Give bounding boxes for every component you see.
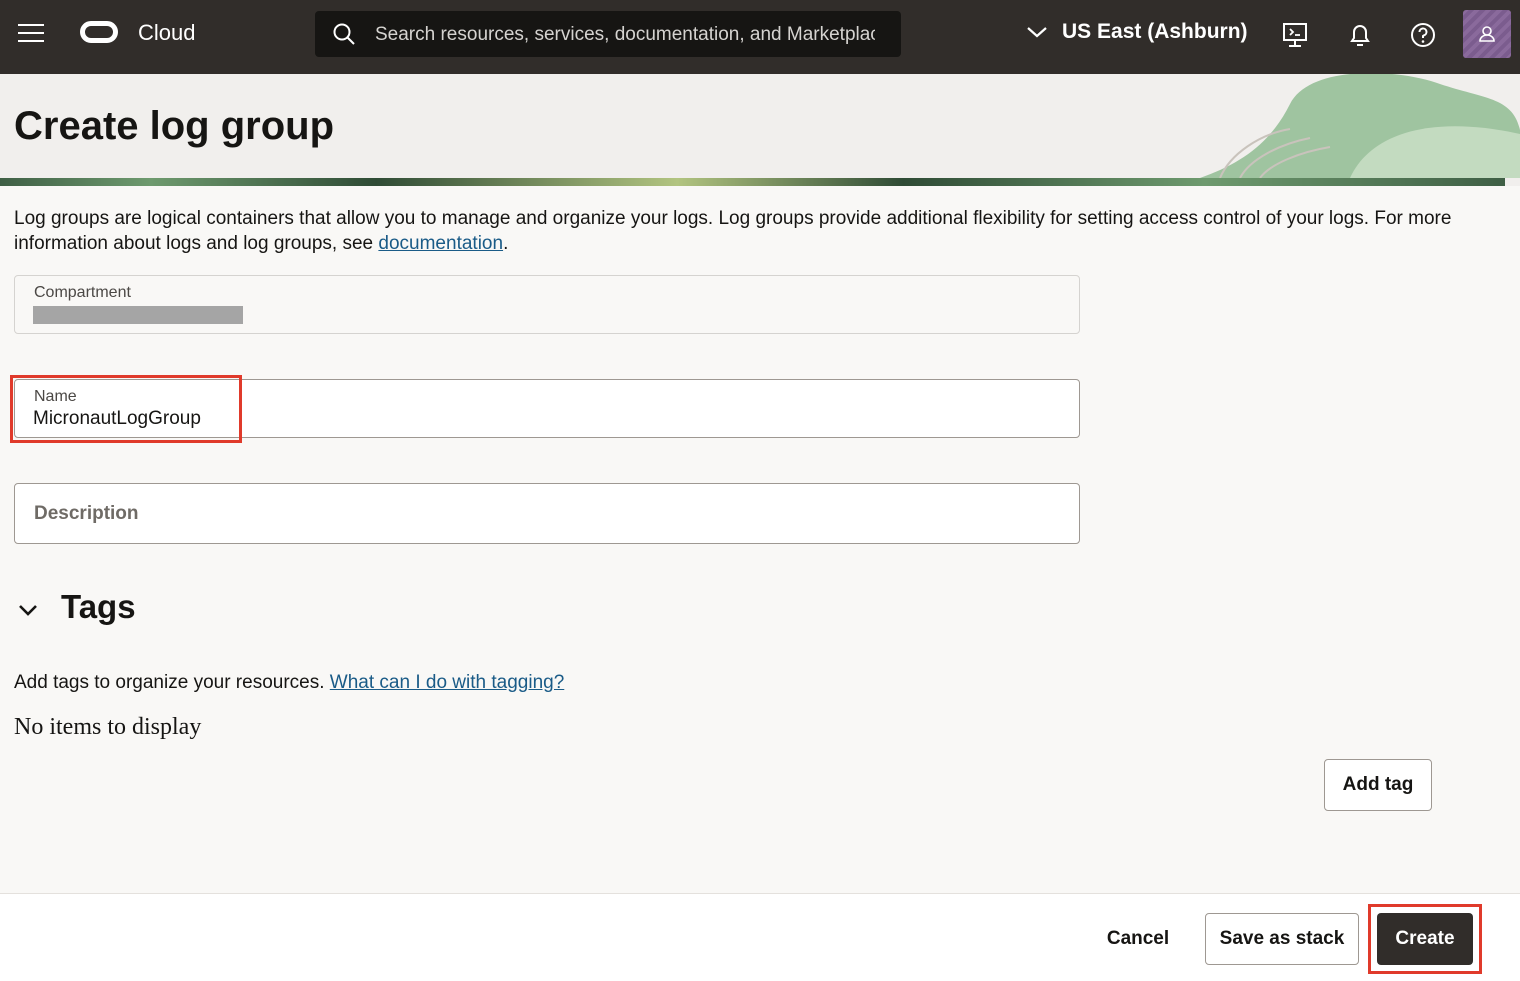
- description-field[interactable]: Description: [14, 483, 1080, 544]
- avatar[interactable]: [1463, 10, 1511, 58]
- region-label: US East (Ashburn): [1062, 20, 1248, 43]
- region-selector[interactable]: US East (Ashburn): [1026, 20, 1248, 44]
- intro-text: Log groups are logical containers that a…: [14, 206, 1484, 256]
- save-as-stack-button[interactable]: Save as stack: [1205, 913, 1359, 965]
- description-placeholder: Description: [34, 503, 139, 524]
- bell-icon[interactable]: [1346, 21, 1374, 49]
- user-icon: [1479, 26, 1495, 42]
- documentation-link[interactable]: documentation: [378, 233, 503, 254]
- brand-label: Cloud: [138, 20, 196, 45]
- tags-description-text: Add tags to organize your resources.: [14, 672, 330, 693]
- add-tag-button[interactable]: Add tag: [1324, 759, 1432, 811]
- tags-heading: Tags: [61, 588, 136, 625]
- chevron-down-icon: [1027, 27, 1047, 38]
- search-input[interactable]: [373, 11, 877, 59]
- intro-end: .: [503, 233, 509, 254]
- create-highlight-box: [1368, 904, 1482, 974]
- cancel-button[interactable]: Cancel: [1090, 913, 1186, 965]
- tags-description: Add tags to organize your resources. Wha…: [14, 672, 564, 694]
- compartment-value-redacted: [33, 306, 243, 324]
- compartment-label: Compartment: [34, 284, 131, 301]
- help-icon[interactable]: [1409, 21, 1437, 49]
- tagging-help-link[interactable]: What can I do with tagging?: [330, 672, 564, 693]
- empty-tags-message: No items to display: [14, 714, 202, 740]
- search-icon: [333, 23, 355, 45]
- intro-body: Log groups are logical containers that a…: [14, 208, 1452, 254]
- page-title: Create log group: [14, 104, 335, 148]
- name-highlight-box: [10, 375, 242, 443]
- cloud-shell-icon[interactable]: [1281, 21, 1309, 49]
- top-navigation-bar: Cloud US East (Ashburn): [0, 0, 1520, 74]
- decorative-pattern-icon: [1200, 74, 1520, 178]
- menu-icon[interactable]: [18, 24, 46, 48]
- compartment-field[interactable]: Compartment: [14, 275, 1080, 334]
- chevron-down-icon[interactable]: [14, 596, 42, 624]
- decorative-strip: [0, 178, 1505, 186]
- search-bar[interactable]: [315, 11, 901, 59]
- oracle-logo-icon[interactable]: [80, 21, 118, 43]
